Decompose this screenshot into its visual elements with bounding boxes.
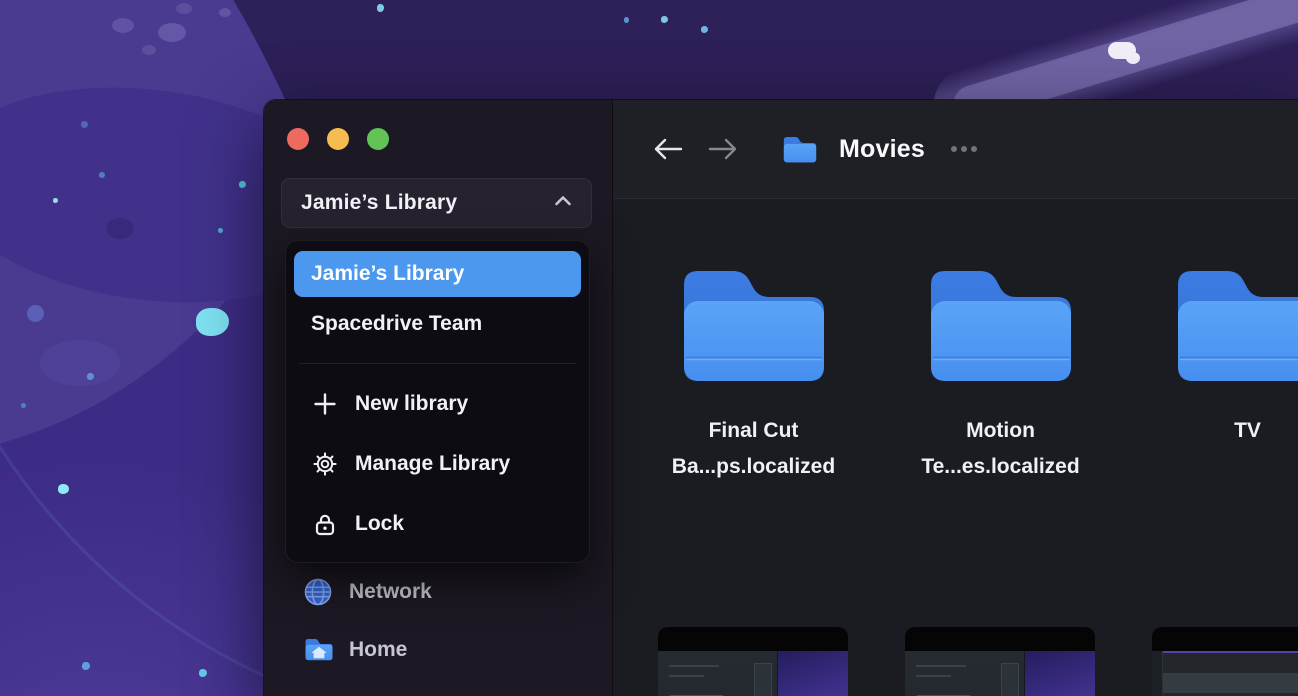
- main-panel: Movies Final Cut Ba...ps.localized Motio…: [612, 100, 1298, 696]
- menu-item-label: Manage Library: [355, 452, 511, 475]
- sidebar-item-network[interactable]: Network: [264, 569, 612, 615]
- menu-item-lock[interactable]: Lock: [294, 494, 581, 554]
- globe-icon: [304, 578, 332, 606]
- sidebar-item-label: Home: [349, 638, 408, 661]
- back-button[interactable]: [652, 133, 684, 165]
- gear-icon: [312, 451, 338, 477]
- chevron-up-icon: [551, 191, 575, 216]
- menu-item-label: New library: [355, 392, 469, 415]
- sidebar-nav: Network Home: [264, 569, 612, 673]
- folder-tile-final-cut[interactable]: Final Cut Ba...ps.localized: [630, 259, 877, 485]
- ellipsis-icon: [960, 146, 967, 152]
- folder-icon: [676, 259, 832, 387]
- close-button[interactable]: [287, 128, 309, 150]
- zoom-button[interactable]: [367, 128, 389, 150]
- library-menu: Jamie’s Library Spacedrive Team New libr…: [285, 240, 590, 563]
- sidebar-item-label: Network: [349, 580, 432, 603]
- home-folder-icon: [304, 636, 333, 664]
- file-thumbnail[interactable]: [1152, 627, 1298, 696]
- folder-label: TV: [1234, 419, 1261, 442]
- toolbar: Movies: [613, 100, 1298, 199]
- star: [701, 26, 708, 33]
- folder-label: Motion Te...es.localized: [921, 419, 1080, 478]
- page-title: Movies: [839, 134, 925, 163]
- folder-icon: [923, 259, 1079, 387]
- more-options-button[interactable]: [950, 139, 977, 159]
- window-controls: [287, 128, 389, 150]
- ellipsis-icon: [950, 146, 957, 152]
- star: [377, 4, 384, 12]
- menu-item-label: Jamie’s Library: [311, 262, 465, 285]
- folder-tile-tv[interactable]: TV: [1124, 259, 1298, 449]
- file-thumbnail[interactable]: [905, 627, 1095, 696]
- menu-item-spacedrive-team[interactable]: Spacedrive Team: [294, 301, 581, 347]
- desktop-background: Jamie’s Library Jamie’s Library Spacedri…: [0, 0, 1298, 696]
- menu-item-label: Spacedrive Team: [311, 312, 483, 335]
- menu-item-jamies-library[interactable]: Jamie’s Library: [294, 251, 581, 297]
- sidebar: Jamie’s Library Jamie’s Library Spacedri…: [264, 100, 612, 696]
- forward-button[interactable]: [707, 133, 739, 165]
- star: [624, 17, 629, 23]
- folder-icon: [1170, 259, 1298, 387]
- menu-item-new-library[interactable]: New library: [294, 374, 581, 434]
- plus-icon: [312, 391, 338, 417]
- sidebar-item-home[interactable]: Home: [264, 627, 612, 673]
- arrow-right-icon: [708, 138, 737, 160]
- library-switcher-label: Jamie’s Library: [301, 191, 458, 214]
- lock-icon: [312, 511, 338, 537]
- folder-label: Final Cut Ba...ps.localized: [671, 419, 836, 478]
- library-switcher[interactable]: Jamie’s Library: [281, 178, 592, 228]
- ellipsis-icon: [970, 146, 977, 152]
- star: [661, 16, 668, 23]
- comet-cloud-tail: [1126, 52, 1140, 64]
- menu-divider: [299, 363, 576, 364]
- file-grid: Final Cut Ba...ps.localized Motion Te...…: [613, 199, 1298, 696]
- minimize-button[interactable]: [327, 128, 349, 150]
- menu-item-label: Lock: [355, 512, 405, 535]
- spacedrive-window: Jamie’s Library Jamie’s Library Spacedri…: [264, 100, 1298, 696]
- folder-icon: [782, 134, 818, 164]
- folder-tile-motion[interactable]: Motion Te...es.localized: [877, 259, 1124, 485]
- menu-item-manage-library[interactable]: Manage Library: [294, 434, 581, 494]
- file-thumbnail[interactable]: [658, 627, 848, 696]
- arrow-left-icon: [654, 138, 683, 160]
